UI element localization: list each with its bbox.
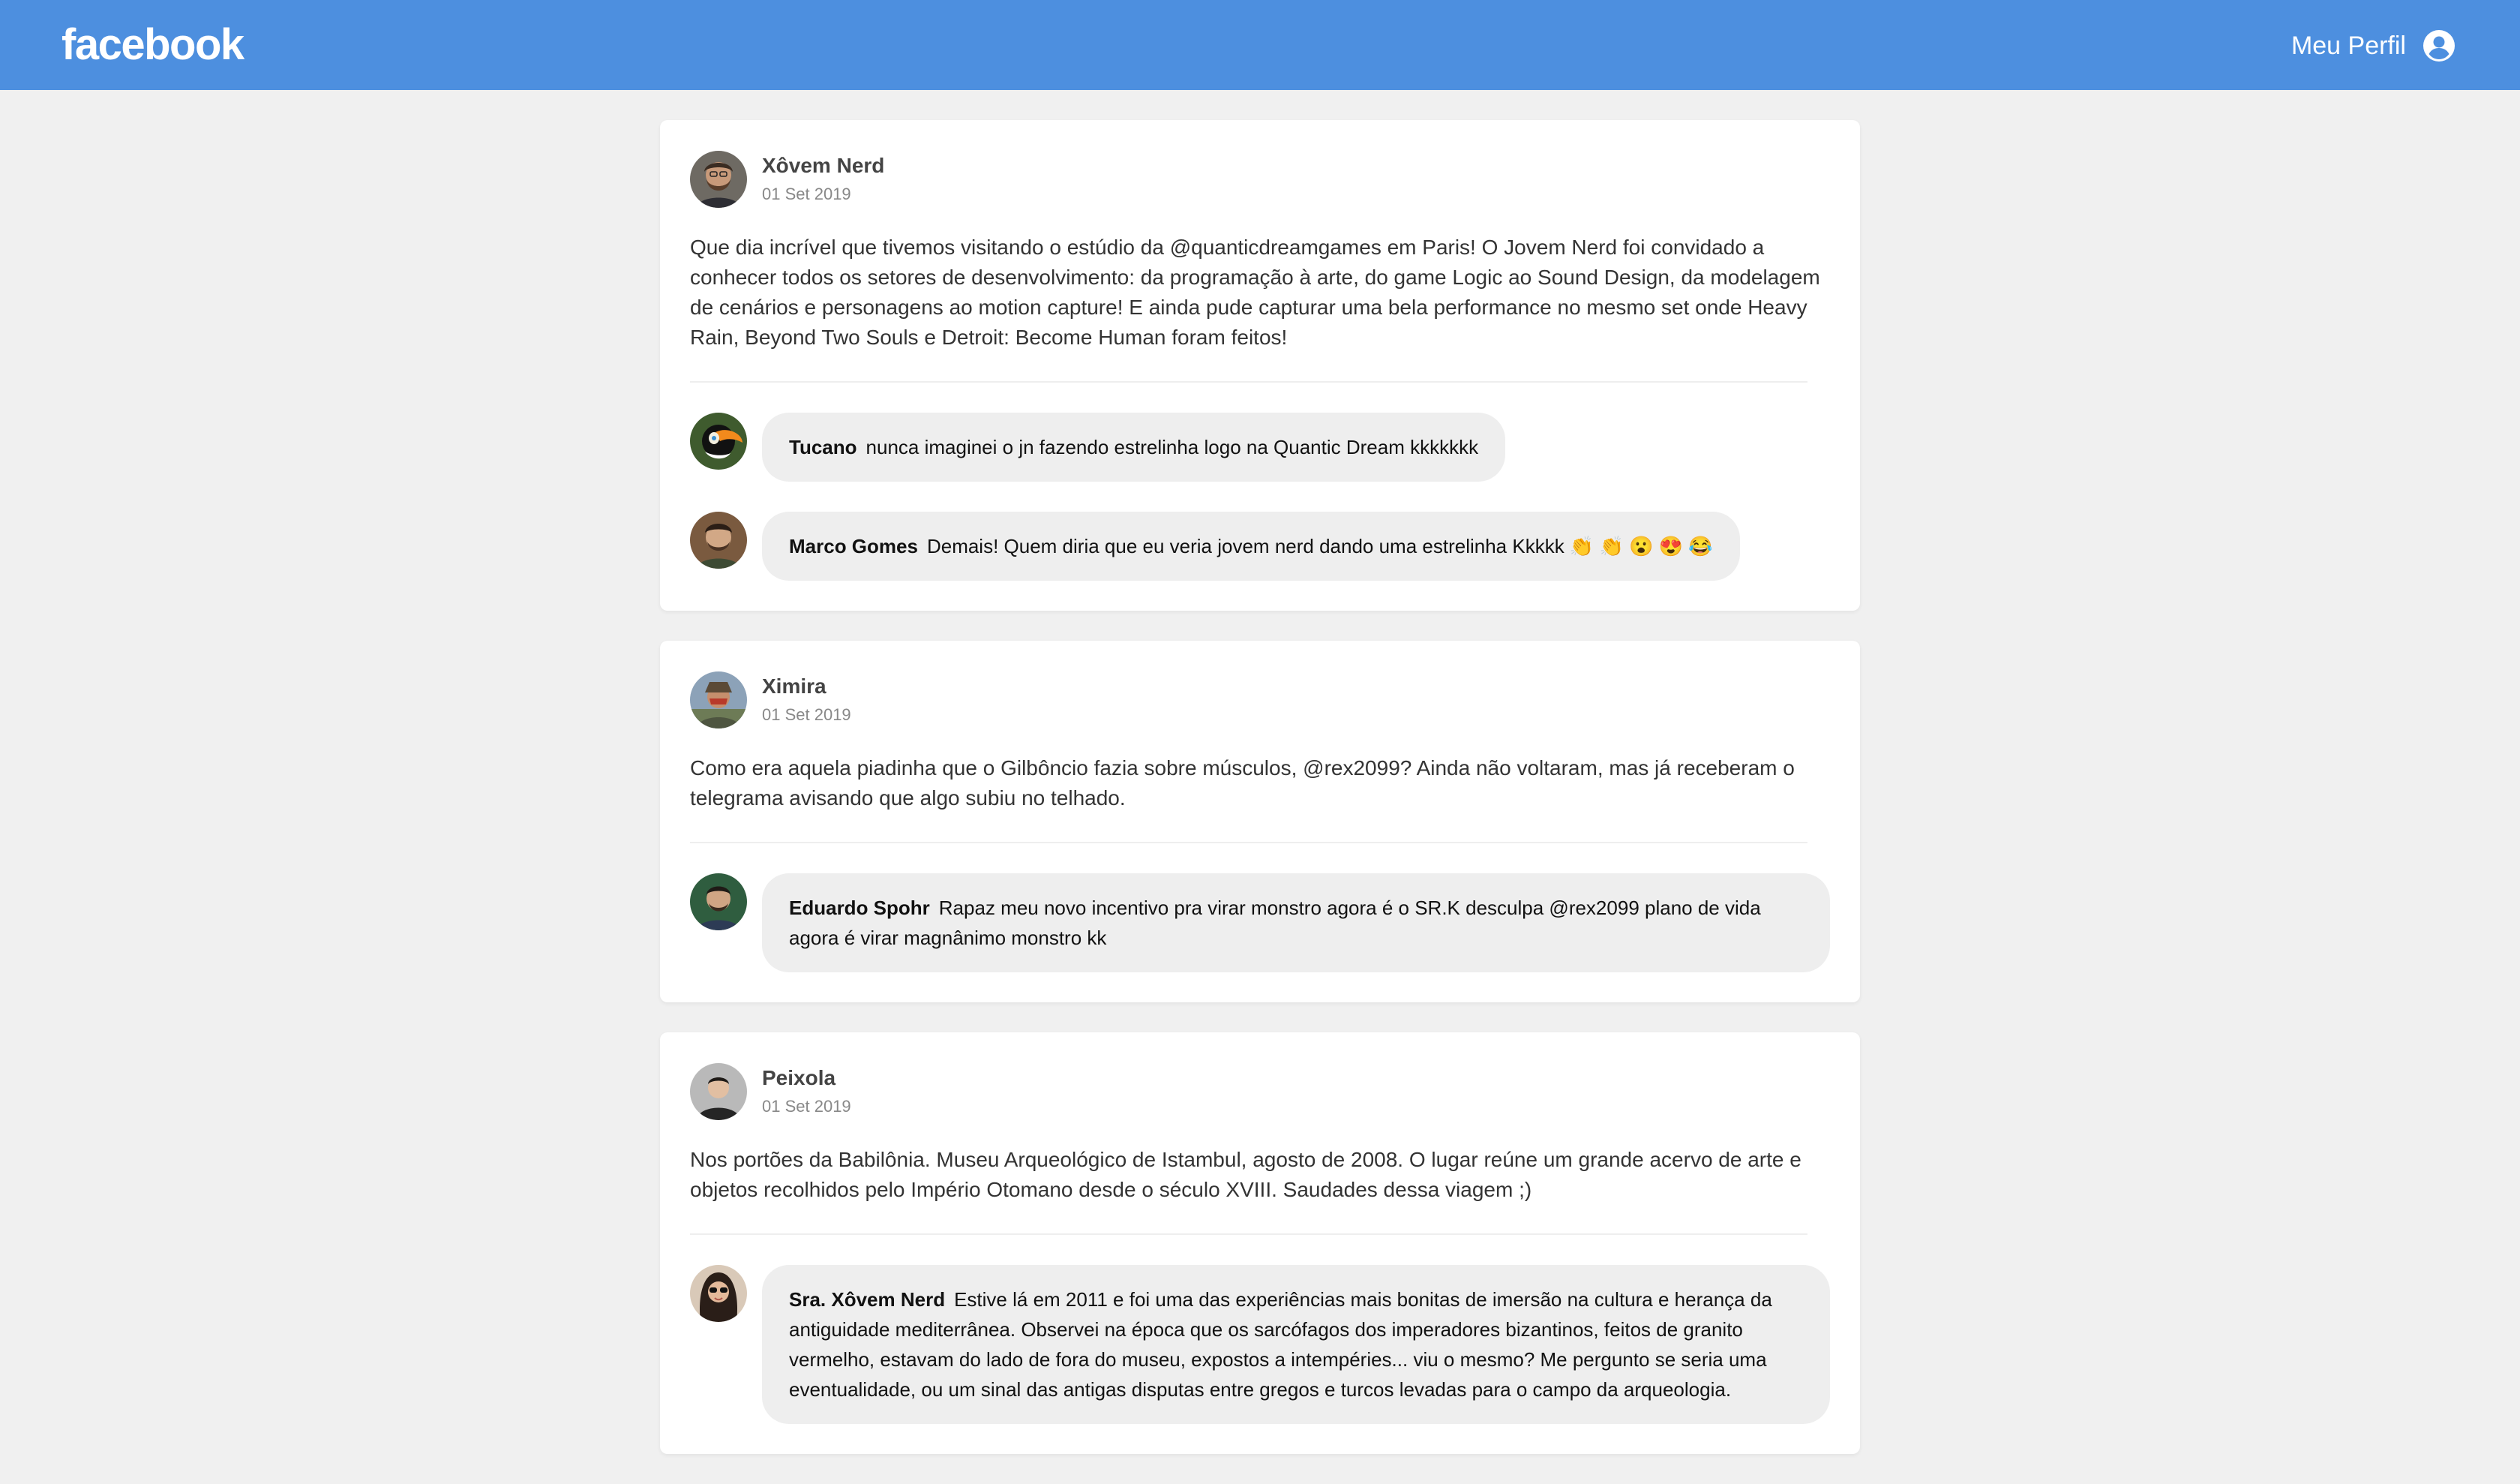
author-meta: Ximira 01 Set 2019: [762, 673, 851, 727]
post-text: Que dia incrível que tivemos visitando o…: [690, 236, 1820, 349]
divider: [690, 381, 1808, 383]
news-feed: Xôvem Nerd 01 Set 2019 Que dia incrível …: [660, 120, 1860, 1484]
comment: Eduardo Spohr Rapaz meu novo incentivo pr…: [690, 873, 1830, 972]
comment-list: Sra. Xôvem Nerd Estive lá em 2011 e foi u…: [690, 1265, 1830, 1424]
post-date: 01 Set 2019: [762, 1097, 851, 1116]
comment-author[interactable]: Sra. Xôvem Nerd: [789, 1288, 945, 1311]
author-avatar[interactable]: [690, 151, 747, 208]
commenter-avatar[interactable]: [690, 413, 747, 470]
post-author[interactable]: Xôvem Nerd: [762, 152, 884, 179]
post-date: 01 Set 2019: [762, 705, 851, 724]
comment-bubble: Eduardo Spohr Rapaz meu novo incentivo pr…: [762, 873, 1830, 972]
commenter-avatar[interactable]: [690, 873, 747, 930]
comment-text: Rapaz meu novo incentivo pra virar monst…: [789, 897, 1761, 949]
user-circle-icon[interactable]: [2422, 29, 2456, 62]
post-text: Nos portões da Babilônia. Museu Arqueoló…: [690, 1148, 1802, 1201]
author-avatar[interactable]: [690, 671, 747, 728]
author-meta: Peixola 01 Set 2019: [762, 1065, 851, 1119]
post-header: Peixola 01 Set 2019: [690, 1062, 1830, 1121]
profile-label[interactable]: Meu Perfil: [2291, 32, 2406, 61]
post-card: Xôvem Nerd 01 Set 2019 Que dia incrível …: [660, 120, 1860, 611]
author-avatar[interactable]: [690, 1063, 747, 1120]
commenter-avatar[interactable]: [690, 1265, 747, 1322]
comment-author[interactable]: Marco Gomes: [789, 535, 918, 557]
facebook-logo[interactable]: facebook: [62, 18, 244, 72]
author-meta: Xôvem Nerd 01 Set 2019: [762, 152, 884, 206]
comment-bubble: Marco Gomes Demais! Quem diria que eu ver…: [762, 512, 1740, 581]
comment-author[interactable]: Tucano: [789, 436, 857, 458]
post-author[interactable]: Peixola: [762, 1065, 851, 1092]
comment: Sra. Xôvem Nerd Estive lá em 2011 e foi u…: [690, 1265, 1830, 1424]
post-author[interactable]: Ximira: [762, 673, 851, 700]
comment-list: Tucano nunca imaginei o jn fazendo estrel…: [690, 413, 1830, 581]
comment-text: nunca imaginei o jn fazendo estrelinha l…: [866, 436, 1479, 458]
post-text: Como era aquela piadinha que o Gilbôncio…: [690, 756, 1795, 810]
comment-bubble: Tucano nunca imaginei o jn fazendo estrel…: [762, 413, 1506, 482]
comment-author[interactable]: Eduardo Spohr: [789, 897, 930, 919]
post-card: Peixola 01 Set 2019 Nos portões da Babil…: [660, 1032, 1860, 1454]
post-header: Ximira 01 Set 2019: [690, 671, 1830, 729]
commenter-avatar[interactable]: [690, 512, 747, 569]
comment: Marco Gomes Demais! Quem diria que eu ver…: [690, 512, 1830, 581]
post-header: Xôvem Nerd 01 Set 2019: [690, 150, 1830, 209]
comment-text: Demais! Quem diria que eu veria jovem ne…: [926, 535, 1713, 557]
divider: [690, 842, 1808, 843]
comment: Tucano nunca imaginei o jn fazendo estrel…: [690, 413, 1830, 482]
top-bar: facebook Meu Perfil: [0, 0, 2520, 90]
comment-bubble: Sra. Xôvem Nerd Estive lá em 2011 e foi u…: [762, 1265, 1830, 1424]
comment-list: Eduardo Spohr Rapaz meu novo incentivo pr…: [690, 873, 1830, 972]
post-card: Ximira 01 Set 2019 Como era aquela piadi…: [660, 641, 1860, 1002]
post-date: 01 Set 2019: [762, 185, 851, 203]
divider: [690, 1233, 1808, 1235]
profile-link[interactable]: Meu Perfil: [2291, 27, 2456, 65]
